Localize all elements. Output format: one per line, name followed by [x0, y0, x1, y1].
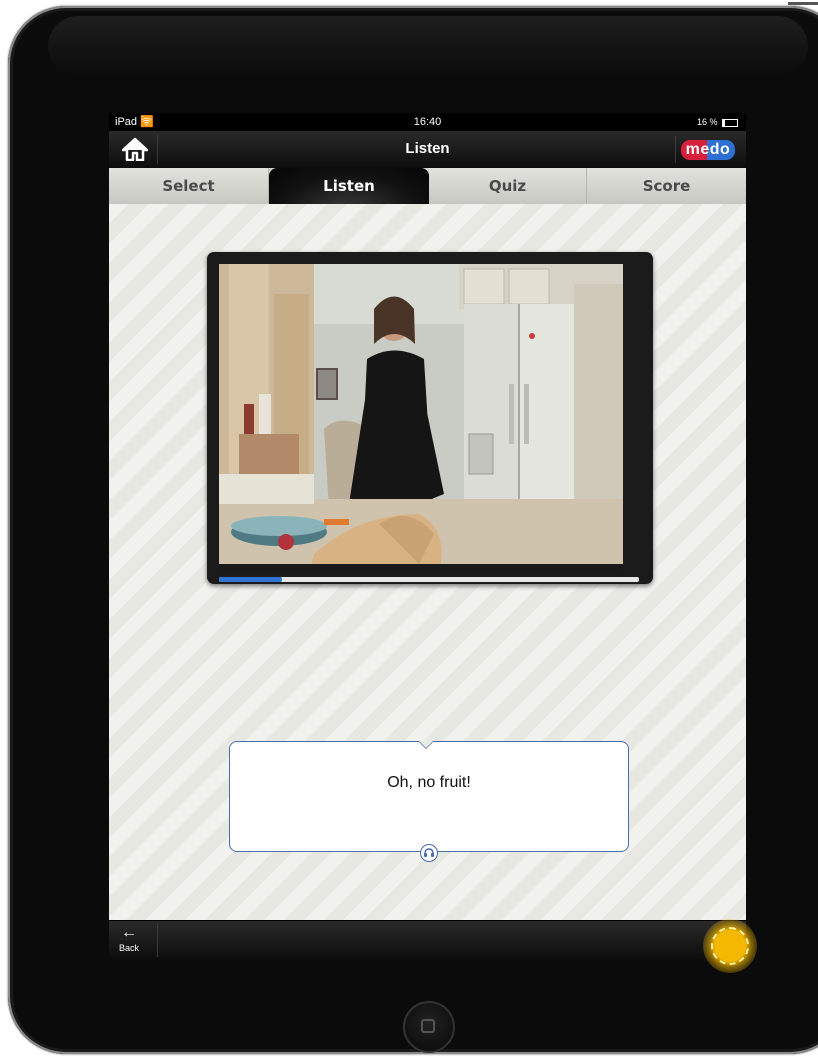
back-button[interactable]: ← Back: [111, 923, 158, 957]
device-top-edge: [788, 2, 818, 5]
tab-quiz[interactable]: Quiz: [429, 168, 587, 204]
touch-ring: [711, 927, 749, 965]
home-button-square-icon: [421, 1019, 435, 1033]
status-bar: iPad 🛜 16:40 16 %: [109, 113, 746, 131]
subtitle-text: Oh, no fruit!: [387, 774, 471, 791]
hardware-home-button[interactable]: [403, 1001, 455, 1053]
back-label: Back: [119, 943, 140, 953]
tab-listen[interactable]: Listen: [269, 168, 429, 204]
arrow-left-icon: ←: [121, 924, 137, 941]
video-player[interactable]: [207, 252, 653, 584]
medo-logo: medo: [680, 139, 736, 160]
headphones-icon[interactable]: [420, 844, 438, 862]
headphones-glyph: [424, 848, 434, 857]
subtitle-bubble: Oh, no fruit!: [229, 741, 629, 862]
video-progress-bar[interactable]: [219, 577, 639, 582]
touch-indicator: [703, 919, 757, 973]
tab-score[interactable]: Score: [587, 168, 746, 204]
listen-content: Oh, no fruit!: [109, 204, 746, 920]
status-time: 16:40: [413, 116, 442, 128]
status-battery: 16 %: [697, 113, 738, 131]
video-progress-fill: [219, 577, 282, 582]
logo-button[interactable]: medo: [675, 136, 740, 163]
battery-icon: [722, 118, 738, 127]
title-bar: Listen medo: [109, 131, 746, 169]
video-frame-image[interactable]: [219, 264, 623, 574]
app-screen: iPad 🛜 16:40 16 % Listen medo Select Lis…: [109, 113, 746, 958]
page-title: Listen: [405, 140, 450, 157]
device-sheen: [48, 16, 808, 76]
bottom-toolbar: ← Back: [109, 920, 746, 958]
bubble-pointer-inner: [419, 741, 433, 748]
battery-percent: 16 %: [696, 117, 718, 127]
video-scene: [219, 264, 623, 574]
tab-bar: Select Listen Quiz Score: [109, 168, 746, 204]
tab-select[interactable]: Select: [109, 168, 269, 204]
